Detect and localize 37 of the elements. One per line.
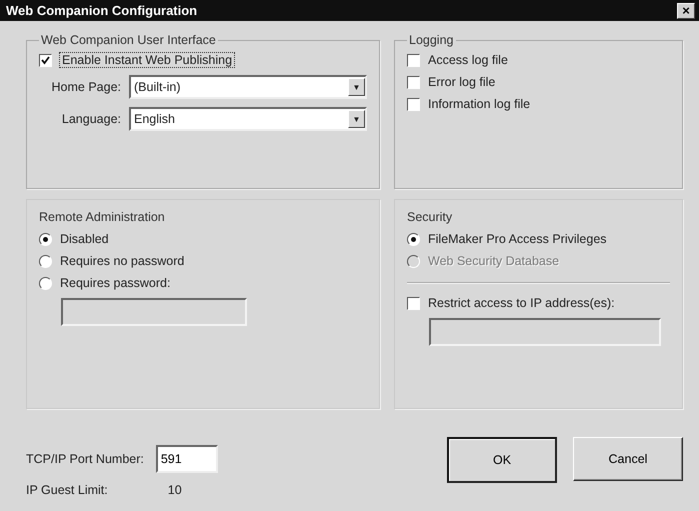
radio-label[interactable]: FileMaker Pro Access Privileges xyxy=(428,232,607,246)
password-field[interactable] xyxy=(61,298,247,326)
group-title: Web Companion User Interface xyxy=(40,33,217,47)
close-button[interactable]: × xyxy=(677,2,695,18)
checkbox-label[interactable]: Enable Instant Web Publishing xyxy=(60,53,234,67)
field-label: IP Guest Limit: xyxy=(26,483,108,497)
radio-label[interactable]: Disabled xyxy=(60,232,109,246)
dropdown[interactable]: English ▼ xyxy=(129,107,367,131)
dropdown[interactable]: (Built-in) ▼ xyxy=(129,75,367,99)
checkbox[interactable] xyxy=(407,296,420,310)
checkbox[interactable] xyxy=(407,54,420,66)
checkbox[interactable] xyxy=(407,76,420,88)
radio-button[interactable] xyxy=(407,232,420,246)
radio-button[interactable] xyxy=(39,232,52,246)
field-label: TCP/IP Port Number: xyxy=(26,452,144,466)
checkbox[interactable] xyxy=(39,54,52,66)
group-title: Logging xyxy=(408,33,454,47)
checkbox-label[interactable]: Restrict access to IP address(es): xyxy=(428,296,615,310)
ip-address-field[interactable] xyxy=(429,318,661,346)
ok-button[interactable]: OK xyxy=(447,437,557,483)
guest-limit-value: 10 xyxy=(168,483,182,497)
checkbox-label[interactable]: Error log file xyxy=(428,75,496,89)
port-field[interactable]: 591 xyxy=(156,445,218,473)
field-label: Language: xyxy=(60,112,121,126)
checkbox-label[interactable]: Access log file xyxy=(428,53,508,67)
cancel-button[interactable]: Cancel xyxy=(573,437,683,481)
checkbox-label[interactable]: Information log file xyxy=(428,97,530,111)
group-title: Remote Administration xyxy=(39,210,166,224)
field-label: Home Page: xyxy=(50,80,121,94)
window-title: Web Companion Configuration xyxy=(6,3,198,18)
group-title: Security xyxy=(407,210,454,224)
radio-label[interactable]: Requires no password xyxy=(60,254,184,268)
check-icon xyxy=(41,56,50,64)
radio-label[interactable]: Requires password: xyxy=(60,276,170,290)
radio-button[interactable] xyxy=(39,276,52,290)
radio-button[interactable] xyxy=(39,254,52,268)
checkbox[interactable] xyxy=(407,98,420,110)
